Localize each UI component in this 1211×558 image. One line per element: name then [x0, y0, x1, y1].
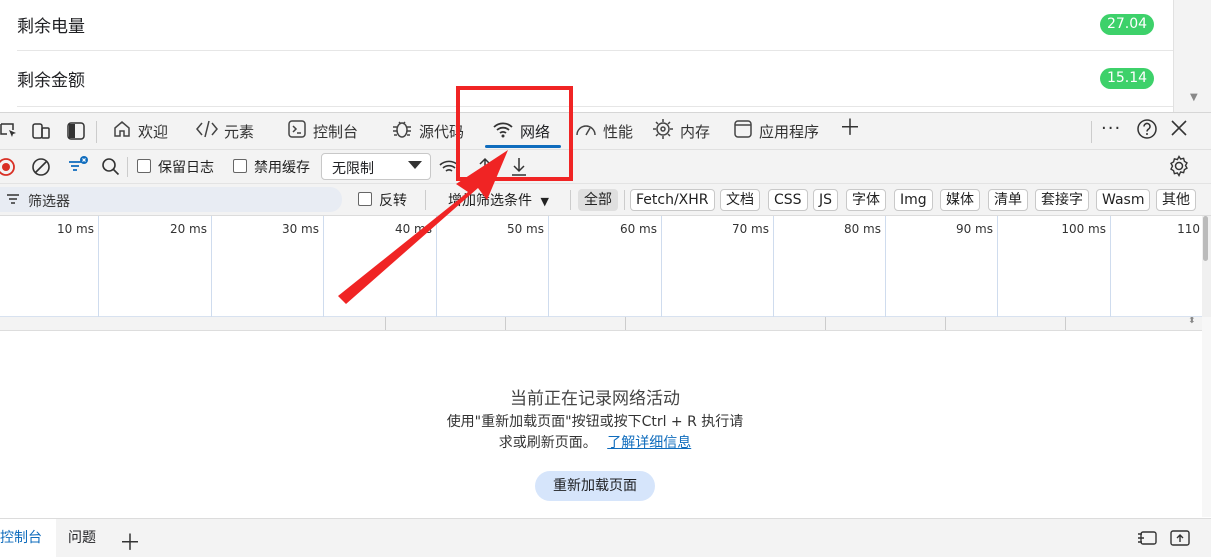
annotation-arrow: [338, 150, 508, 304]
